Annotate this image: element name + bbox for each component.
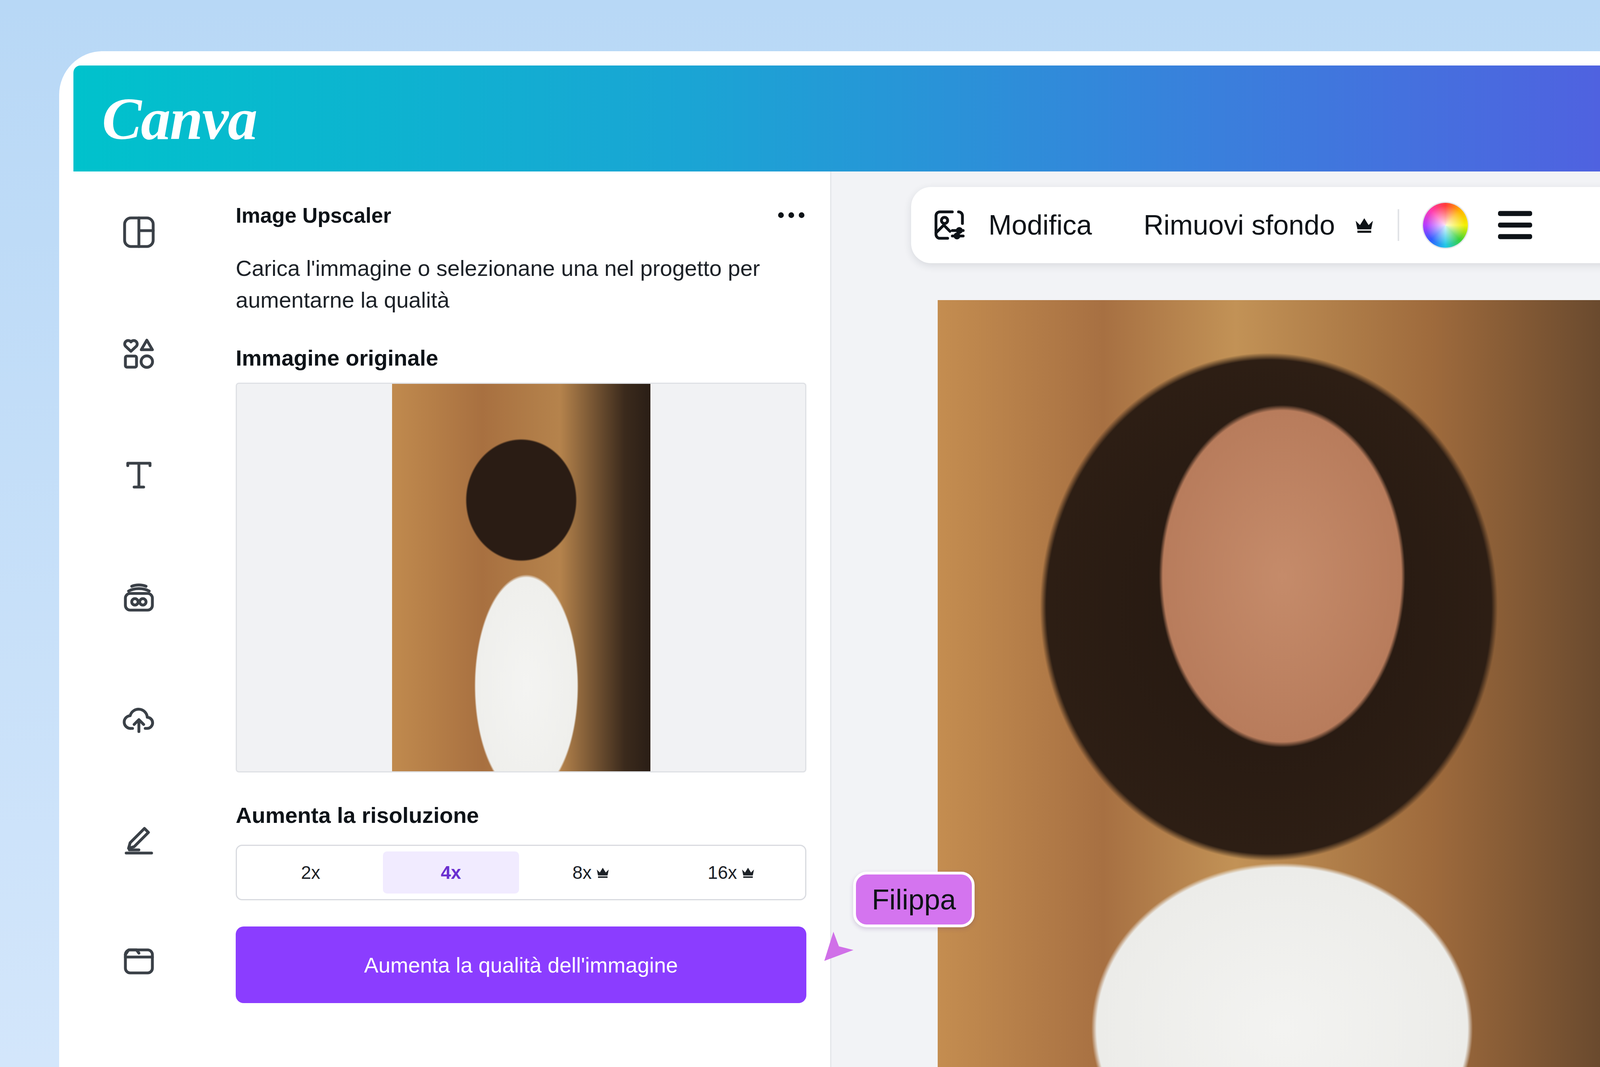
text-tool-icon[interactable] (119, 455, 158, 495)
sidebar-item[interactable] (73, 292, 204, 415)
header: Canva (73, 65, 1600, 172)
panel-description: Carica l'immagine o selezionane una nel … (235, 252, 807, 316)
original-image (392, 383, 651, 772)
toolbar-button[interactable]: Modifica (988, 209, 1093, 241)
image-edit-icon[interactable] (930, 206, 968, 244)
toolbar-divider (1397, 209, 1400, 241)
color-wheel-icon[interactable] (1423, 202, 1468, 248)
layout-icon[interactable] (119, 213, 158, 252)
sidebar-item[interactable] (73, 900, 204, 1022)
scale-label: 2x (300, 861, 321, 883)
scale-selector: 2x 4x 8x 16x (235, 844, 807, 900)
canvas-area: Modifica Rimuovi sfondo (831, 171, 1600, 1067)
workspace: Image Upscaler Carica l'immagine o selezi… (73, 171, 1600, 1067)
scale-option[interactable]: 2x (242, 851, 379, 894)
collaborator-badge: Filippa (853, 871, 975, 927)
more-options-icon[interactable] (776, 211, 807, 220)
scale-option[interactable]: 16x (663, 851, 800, 894)
toolbar-button[interactable]: Rimuovi sfondo (1143, 209, 1375, 241)
page: Canva Image Upscaler Carica l'immagine o s… (0, 0, 1600, 1067)
sidebar-item[interactable] (73, 657, 204, 779)
sidebar-item[interactable] (73, 414, 204, 536)
upscale-button[interactable]: Aumenta la qualità dell'immagine (235, 926, 807, 1003)
scale-label: 16x (707, 861, 737, 883)
scale-option[interactable]: 8x (523, 851, 660, 894)
upscaler-panel: Image Upscaler Carica l'immagine o selezi… (203, 171, 832, 1067)
resolution-label: Aumenta la risoluzione (235, 802, 807, 828)
original-image-box (235, 382, 807, 773)
sidebar-item[interactable] (73, 171, 204, 293)
sidebar-item[interactable] (73, 535, 204, 658)
scale-label: 8x (572, 861, 592, 883)
crown-icon (595, 866, 610, 879)
panel-title: Image Upscaler (235, 203, 392, 228)
original-image-label: Immagine originale (235, 345, 807, 371)
scale-label: 4x (440, 861, 462, 883)
toolbar-label: Rimuovi sfondo (1143, 209, 1335, 241)
collaborator-cursor-icon (820, 927, 858, 965)
logo[interactable]: Canva (101, 84, 257, 153)
image-toolbar: Modifica Rimuovi sfondo (911, 186, 1600, 264)
app-window: Canva Image Upscaler Carica l'immagine o s… (59, 51, 1600, 1067)
sidebar (73, 171, 204, 1067)
panel-header: Image Upscaler (235, 202, 807, 228)
elements-icon[interactable] (119, 334, 158, 373)
canvas-image[interactable] (937, 300, 1600, 1067)
brand-icon[interactable] (119, 577, 158, 616)
upload-cloud-icon[interactable] (119, 698, 158, 737)
scale-option[interactable]: 4x (382, 851, 520, 894)
toolbar-label: Modifica (988, 209, 1093, 241)
folder-icon[interactable] (119, 941, 158, 980)
menu-icon[interactable] (1498, 210, 1533, 240)
crown-icon (740, 866, 756, 879)
draw-icon[interactable] (119, 820, 158, 859)
crown-icon (1353, 216, 1375, 234)
sidebar-item[interactable] (73, 778, 204, 900)
